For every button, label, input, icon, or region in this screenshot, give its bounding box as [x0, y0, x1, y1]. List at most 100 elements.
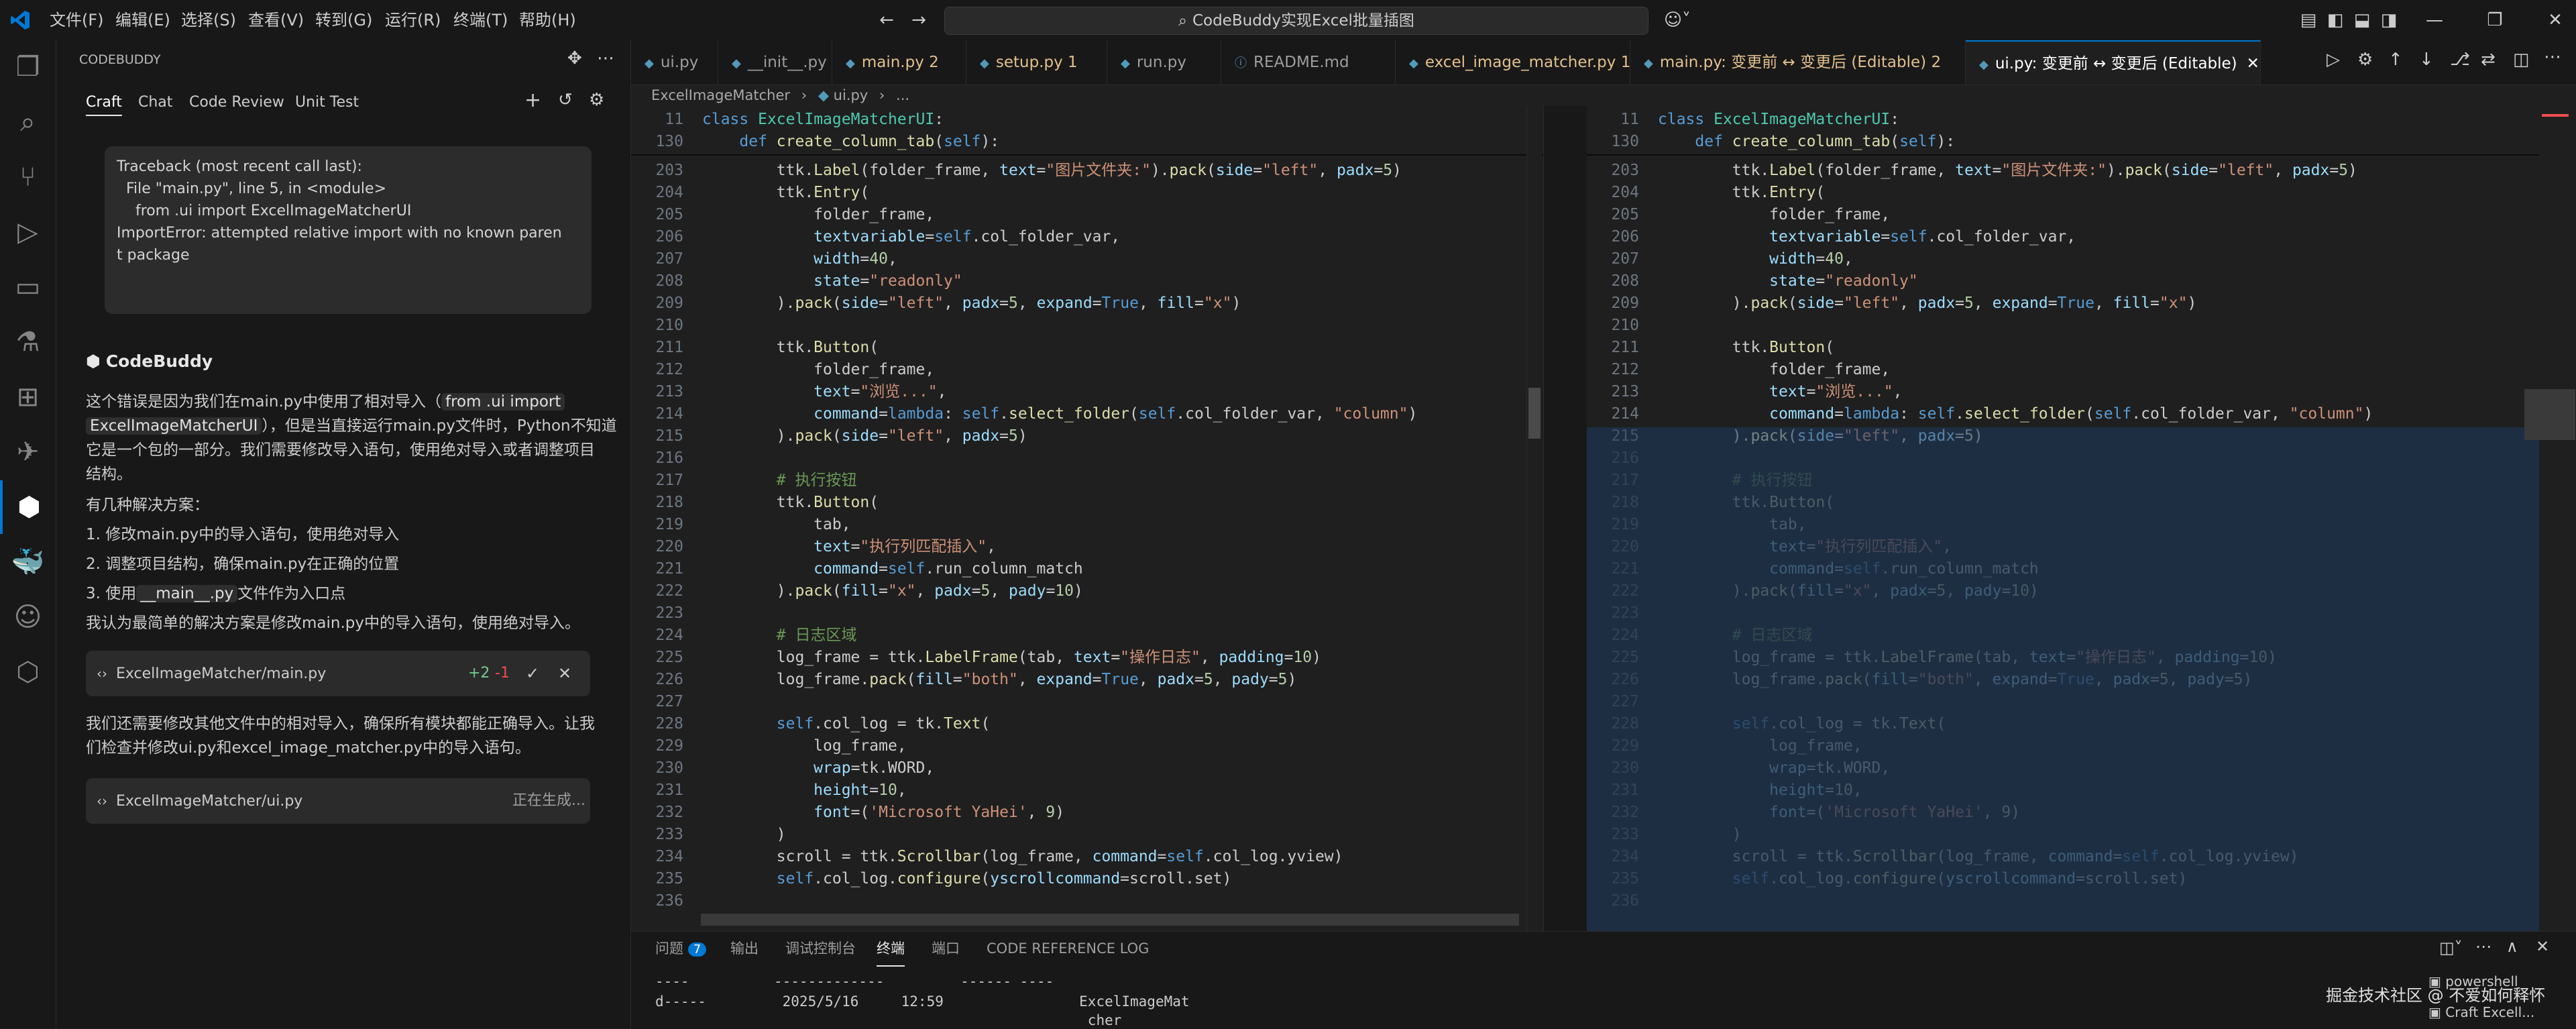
code-line[interactable]: 211 ttk.Button( [631, 337, 1543, 359]
code-line[interactable]: 231 height=10, [631, 779, 1543, 802]
menu-go[interactable]: 转到(G) [315, 0, 372, 40]
tab-readme[interactable]: ⓘ README.md [1221, 40, 1396, 85]
sticky-scroll-line[interactable]: 130 def create_column_tab(self): [631, 131, 1543, 153]
more-icon[interactable]: ⋯ [2475, 937, 2491, 956]
deploy-icon[interactable]: ✈ [0, 425, 56, 479]
new-chat-icon[interactable]: + [524, 89, 541, 112]
menu-selection[interactable]: 选择(S) [181, 0, 236, 40]
diff-original-editor[interactable]: 11 class ExcelImageMatcherUI: 130 def crea… [631, 106, 1543, 931]
history-icon[interactable]: ↺ [558, 90, 573, 110]
sticky-scroll-line[interactable]: 11 class ExcelImageMatcherUI: [631, 109, 1543, 131]
code-line[interactable]: 205 folder_frame, [1587, 204, 2539, 226]
prev-change-icon[interactable]: ↑ [2388, 50, 2403, 70]
panel-tab-output[interactable]: 输出 [730, 932, 759, 965]
code-line[interactable]: 204 ttk.Entry( [1587, 182, 2539, 204]
testing-icon[interactable]: ⚗ [0, 315, 56, 369]
code-line[interactable]: 215 ).pack(side="left", padx=5) [631, 425, 1543, 447]
more-actions-icon[interactable]: ⋯ [2544, 47, 2561, 67]
tab-excel-image-matcher-py[interactable]: ◆ excel_image_matcher.py 1 [1396, 40, 1630, 85]
code-line[interactable]: 208 state="readonly" [1587, 270, 2539, 292]
tab-ui-diff[interactable]: ◆ ui.py: 变更前 ↔ 变更后 (Editable) ✕ [1966, 40, 2261, 85]
code-line[interactable]: 217 # 执行按钮 [631, 470, 1543, 492]
code-line[interactable]: 209 ).pack(side="left", padx=5, expand=T… [631, 292, 1543, 315]
sticky-scroll-line[interactable]: 11 class ExcelImageMatcherUI: [1587, 109, 2539, 131]
tab-setup-py[interactable]: ◆ setup.py 1 [966, 40, 1107, 85]
tab-code-review[interactable]: Code Review [189, 94, 284, 111]
code-line[interactable]: 234 scroll = ttk.Scrollbar(log_frame, co… [631, 846, 1543, 868]
code-line[interactable]: 206 textvariable=self.col_folder_var, [631, 226, 1543, 248]
menu-file[interactable]: 文件(F) [50, 0, 104, 40]
code-line[interactable]: 225 log_frame = ttk.LabelFrame(tab, text… [631, 647, 1543, 669]
menu-edit[interactable]: 编辑(E) [115, 0, 170, 40]
menu-help[interactable]: 帮助(H) [519, 0, 576, 40]
code-line[interactable]: 230 wrap=tk.WORD, [631, 757, 1543, 779]
right-scroll-thumb[interactable] [2524, 389, 2575, 440]
tab-main-py[interactable]: ◆ main.py 2 [832, 40, 966, 85]
code-line[interactable]: 226 log_frame.pack(fill="both", expand=T… [631, 669, 1543, 691]
extension-hex-icon[interactable]: ⬡ [0, 645, 56, 699]
code-line[interactable]: 212 folder_frame, [631, 359, 1543, 381]
tab-chat[interactable]: Chat [138, 94, 172, 111]
tab-run-py[interactable]: ◆ run.py [1107, 40, 1221, 85]
code-line[interactable]: 207 width=40, [631, 248, 1543, 270]
tab-craft[interactable]: Craft [86, 94, 122, 116]
docker-icon[interactable]: 🐳 [0, 535, 56, 589]
breadcrumb-file[interactable]: ui.py [834, 87, 869, 103]
left-scrollbar[interactable] [1526, 106, 1542, 931]
sticky-scroll-line[interactable]: 130 def create_column_tab(self): [1587, 131, 2539, 153]
code-line[interactable]: 213 text="浏览...", [631, 381, 1543, 403]
panel-tab-terminal[interactable]: 终端 [877, 932, 905, 967]
run-file-icon[interactable]: ▷ [2327, 50, 2340, 70]
code-line[interactable]: 224 # 日志区域 [631, 625, 1543, 647]
search-icon[interactable]: ⌕ [0, 95, 56, 149]
code-line[interactable]: 210 [1587, 315, 2539, 337]
code-line[interactable]: 214 command=lambda: self.select_folder(s… [1587, 403, 2539, 425]
code-line[interactable]: 203 ttk.Label(folder_frame, text="图片文件夹:… [631, 160, 1543, 182]
forward-arrow-icon[interactable]: → [899, 0, 939, 40]
menu-run[interactable]: 运行(R) [385, 0, 441, 40]
menu-terminal[interactable]: 终端(T) [453, 0, 508, 40]
open-changes-icon[interactable]: ⇄ [2481, 50, 2496, 70]
code-line[interactable]: 214 command=lambda: self.select_folder(s… [631, 403, 1543, 425]
code-line[interactable]: 211 ttk.Button( [1587, 337, 2539, 359]
menu-view[interactable]: 查看(V) [248, 0, 304, 40]
code-line[interactable]: 219 tab, [631, 514, 1543, 536]
revert-icon[interactable]: ⎇ [2450, 50, 2470, 70]
close-window-icon[interactable]: ✕ [2535, 0, 2575, 40]
source-control-icon[interactable]: ⑂ [0, 150, 56, 204]
next-change-icon[interactable]: ↓ [2419, 50, 2434, 70]
file-change-card-main[interactable]: ‹› ExcelImageMatcher/main.py +2 -1 ✓ ✕ [86, 651, 590, 696]
tab-unit-test[interactable]: Unit Test [295, 94, 359, 111]
command-center-search[interactable]: ⌕ CodeBuddy实现Excel批量插图 [944, 7, 1648, 35]
code-line[interactable]: 229 log_frame, [631, 735, 1543, 757]
tab-init-py[interactable]: ◆ __init__.py [718, 40, 832, 85]
accept-check-icon[interactable]: ✓ [526, 651, 539, 696]
breadcrumb-folder[interactable]: ExcelImageMatcher [651, 87, 790, 103]
file-change-card-ui[interactable]: ‹› ExcelImageMatcher/ui.py 正在生成... [86, 778, 590, 824]
code-line[interactable]: 208 state="readonly" [631, 270, 1543, 292]
code-line[interactable]: 206 textvariable=self.col_folder_var, [1587, 226, 2539, 248]
code-line[interactable]: 227 [631, 691, 1543, 713]
split-editor-icon[interactable]: ◫ [2513, 50, 2530, 70]
reject-x-icon[interactable]: ✕ [558, 651, 571, 696]
copilot-icon[interactable]: ☺˅ [1654, 0, 1701, 40]
code-line[interactable]: 218 ttk.Button( [631, 492, 1543, 514]
run-debug-icon[interactable]: ▷ [0, 205, 56, 259]
breadcrumb-symbol[interactable]: ... [896, 87, 909, 103]
code-line[interactable]: 235 self.col_log.configure(yscrollcomman… [631, 868, 1543, 890]
code-line[interactable]: 204 ttk.Entry( [631, 182, 1543, 204]
gear-icon[interactable]: ⚙ [2357, 50, 2373, 70]
code-line[interactable]: 207 width=40, [1587, 248, 2539, 270]
code-line[interactable]: 220 text="执行列匹配插入", [631, 536, 1543, 558]
panel-tab-problems[interactable]: 问题 7 [655, 932, 707, 965]
code-line[interactable]: 203 ttk.Label(folder_frame, text="图片文件夹:… [1587, 160, 2539, 182]
tab-ui-py[interactable]: ◆ ui.py [631, 40, 718, 85]
remote-explorer-icon[interactable]: ▭ [0, 260, 56, 314]
more-icon[interactable]: ⋯ [597, 48, 614, 68]
restore-icon[interactable]: ❐ [2475, 0, 2515, 40]
tab-main-diff[interactable]: ◆ main.py: 变更前 ↔ 变更后 (Editable) 2 [1630, 40, 1966, 85]
code-line[interactable]: 209 ).pack(side="left", padx=5, expand=T… [1587, 292, 2539, 315]
panel-tab-code-reference-log[interactable]: CODE REFERENCE LOG [987, 932, 1149, 965]
code-line[interactable]: 223 [631, 602, 1543, 625]
code-line[interactable]: 222 ).pack(fill="x", padx=5, pady=10) [631, 580, 1543, 602]
